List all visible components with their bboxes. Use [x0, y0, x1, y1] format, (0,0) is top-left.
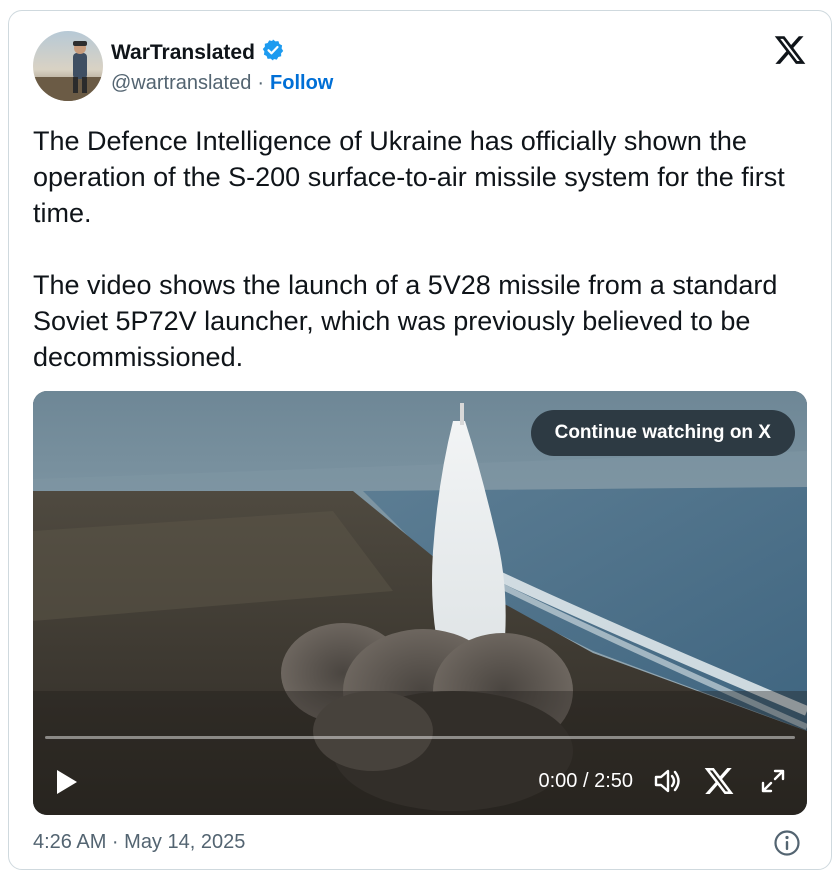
- verified-badge-icon: [261, 38, 285, 67]
- info-icon[interactable]: [773, 829, 801, 857]
- separator-dot: ·: [257, 72, 265, 94]
- tweet-card: WarTranslated @wartranslated · Follow Th…: [8, 10, 832, 870]
- tweet-paragraph: The Defence Intelligence of Ukraine has …: [33, 126, 785, 228]
- video-player[interactable]: Continue watching on X 0:00 / 2:50: [33, 391, 807, 815]
- tweet-text: The Defence Intelligence of Ukraine has …: [33, 123, 803, 375]
- video-progress-bar[interactable]: [45, 736, 795, 739]
- continue-watching-button[interactable]: Continue watching on X: [530, 410, 795, 456]
- tweet-paragraph: The video shows the launch of a 5V28 mis…: [33, 270, 778, 372]
- tweet-timestamp[interactable]: 4:26 AM · May 14, 2025: [33, 831, 245, 854]
- display-name-row: WarTranslated: [111, 38, 285, 67]
- user-handle[interactable]: @wartranslated: [111, 72, 251, 95]
- display-name[interactable]: WarTranslated: [111, 41, 255, 65]
- follow-button[interactable]: Follow: [270, 72, 333, 95]
- avatar-image: [33, 31, 103, 101]
- volume-icon[interactable]: [651, 765, 683, 797]
- fullscreen-icon[interactable]: [757, 765, 789, 797]
- handle-row: @wartranslated · Follow: [111, 72, 333, 95]
- x-logo-small-icon[interactable]: [703, 765, 735, 797]
- play-icon[interactable]: [53, 767, 81, 797]
- avatar[interactable]: [33, 31, 103, 101]
- x-logo-icon[interactable]: [773, 33, 807, 67]
- video-time: 0:00 / 2:50: [538, 770, 633, 792]
